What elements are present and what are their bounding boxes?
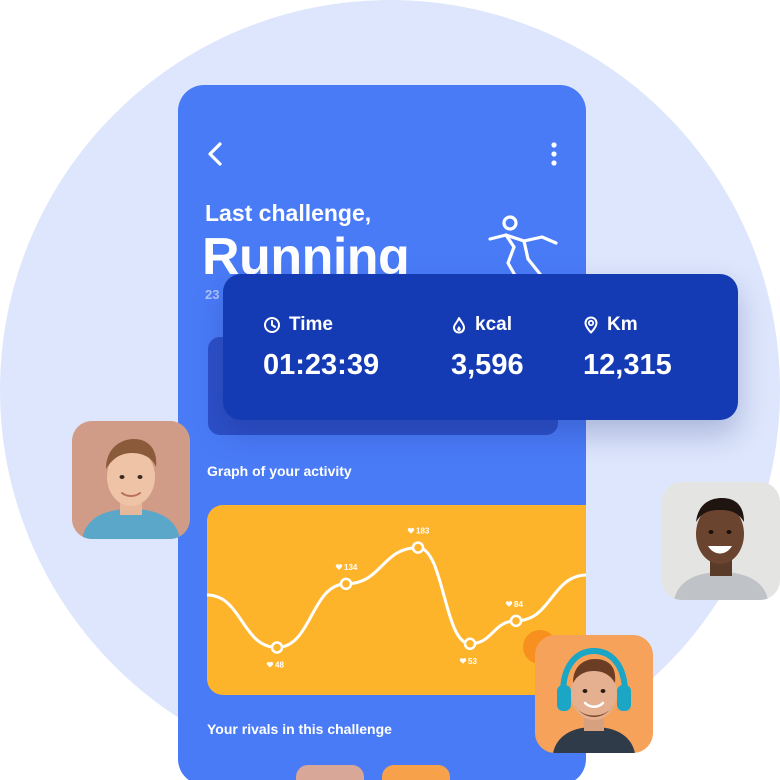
activity-point[interactable] (463, 637, 477, 651)
stat-km-value: 12,315 (583, 349, 672, 381)
rival-avatar[interactable] (382, 765, 450, 780)
location-pin-icon (584, 316, 598, 334)
activity-point[interactable] (339, 577, 353, 591)
person-photo (535, 635, 653, 753)
activity-point-value: 48 (275, 660, 284, 669)
stat-kcal-value: 3,596 (451, 349, 524, 381)
stat-kcal: kcal 3,596 (451, 314, 524, 382)
more-options-button[interactable] (544, 141, 564, 169)
activity-point-label: 48 (266, 660, 284, 669)
activity-graph: 48 134 183 53 84 (207, 505, 586, 695)
stat-time: Time 01:23:39 (263, 314, 379, 382)
stat-kcal-label: kcal (475, 314, 512, 335)
stats-card: Time 01:23:39 kcal 3,596 Km 12,315 (223, 274, 738, 420)
stat-km-label: Km (607, 314, 638, 335)
person-photo (72, 421, 190, 539)
activity-point-value: 53 (468, 657, 477, 666)
stat-time-label: Time (289, 314, 334, 335)
rival-avatar-right[interactable] (662, 482, 780, 600)
challenge-date: 23 (205, 287, 220, 302)
activity-point-value: 84 (514, 600, 523, 609)
heart-icon (266, 661, 274, 668)
stat-time-value: 01:23:39 (263, 349, 380, 381)
rival-avatar[interactable] (296, 765, 364, 780)
clock-icon (264, 317, 280, 333)
heart-icon (407, 527, 415, 534)
rival-avatar-left[interactable] (72, 421, 190, 539)
flame-icon (453, 317, 465, 334)
stat-km: Km 12,315 (583, 314, 672, 382)
chevron-left-icon (208, 142, 222, 166)
heart-icon (335, 564, 343, 570)
heart-icon (505, 601, 513, 607)
rival-avatar-bottom[interactable] (535, 635, 653, 753)
heart-icon (459, 658, 467, 664)
activity-point-value: 134 (344, 563, 358, 572)
activity-point-label: 183 (407, 527, 430, 536)
activity-point-label: 53 (459, 657, 477, 666)
activity-point-value: 183 (416, 527, 430, 536)
activity-point-label: 84 (505, 600, 523, 609)
activity-point[interactable] (270, 641, 284, 654)
activity-chart: 48 134 183 53 84 (207, 527, 586, 669)
more-vertical-icon (551, 142, 557, 166)
back-button[interactable] (204, 141, 228, 167)
activity-point-label: 134 (335, 563, 358, 572)
phone-screen: Last challenge, Running 23 Graph of your… (178, 85, 586, 780)
activity-point[interactable] (411, 541, 425, 554)
rivals-title: Your rivals in this challenge (207, 721, 392, 737)
activity-point[interactable] (509, 614, 523, 628)
person-photo (662, 482, 780, 600)
graph-title: Graph of your activity (207, 463, 352, 479)
challenge-subtitle: Last challenge, (205, 200, 372, 226)
